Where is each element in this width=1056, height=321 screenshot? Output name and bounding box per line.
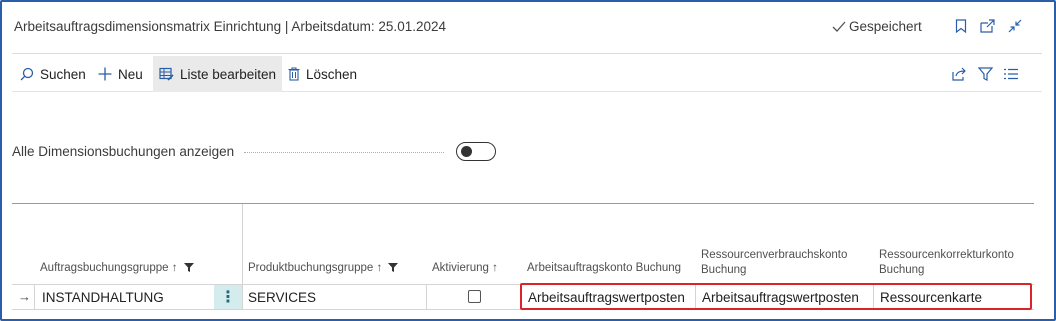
trash-icon [288,67,300,81]
column-filter-icon [388,263,399,272]
toggle-knob [461,146,472,157]
cell-product-posting-group[interactable]: SERVICES [248,285,316,309]
field-dot-leader [244,152,444,153]
saved-status: Gespeichert [832,19,922,34]
column-header-resource-correction-account-posting[interactable]: Ressourcenkorrekturkonto Buchung [879,248,1014,278]
page-header: Arbeitsauftragsdimensionsmatrix Einricht… [12,0,1042,54]
highlight-annotation-box [520,283,1032,310]
action-toolbar: Suchen Neu Liste bearbeiten Löschen [12,56,1042,92]
column-header-product-posting-group[interactable]: Produktbuchungsgruppe ↑ [248,261,399,276]
filter-icon[interactable] [974,64,996,84]
show-all-dimension-postings-toggle[interactable] [456,142,496,161]
collapse-icon[interactable] [1004,15,1026,37]
saved-status-label: Gespeichert [849,19,922,34]
current-row-arrow-icon: → [18,289,31,304]
edit-list-button[interactable]: Liste bearbeiten [153,56,283,92]
cell-divider [34,285,35,309]
cell-order-posting-group[interactable]: INSTANDHALTUNG [42,285,164,309]
checkmark-icon [832,21,846,32]
open-new-window-icon[interactable] [976,15,998,37]
delete-button-label: Löschen [306,66,358,82]
bookmark-icon[interactable] [950,15,972,37]
column-header-work-order-account-posting[interactable]: Arbeitsauftragskonto Buchung [527,261,681,276]
show-all-dimension-postings-field: Alle Dimensionsbuchungen anzeigen [12,136,496,166]
activation-checkbox[interactable] [468,290,481,303]
row-actions-menu-icon[interactable]: ⋮ [214,285,242,309]
column-header-resource-usage-account-posting[interactable]: Ressourcenverbrauchskonto Buchung [701,248,847,278]
share-icon[interactable] [948,64,970,84]
delete-button[interactable]: Löschen [282,56,363,92]
cell-divider [426,285,427,309]
search-icon [20,67,34,81]
edit-list-icon [159,67,174,81]
new-button[interactable]: Neu [92,56,149,92]
list-view-icon[interactable] [1000,64,1022,84]
table-top-border [12,203,1034,204]
search-button[interactable]: Suchen [14,56,92,92]
cell-divider [242,285,243,309]
show-all-dimension-postings-label: Alle Dimensionsbuchungen anzeigen [12,144,235,159]
plus-icon [98,67,112,81]
frozen-column-separator [242,204,243,284]
page-title: Arbeitsauftragsdimensionsmatrix Einricht… [14,19,446,34]
column-filter-icon [183,263,194,272]
search-button-label: Suchen [40,66,86,82]
column-header-order-posting-group[interactable]: Auftragsbuchungsgruppe ↑ [40,261,194,276]
column-header-activation[interactable]: Aktivierung ↑ [432,261,498,276]
new-button-label: Neu [118,66,143,82]
edit-list-button-label: Liste bearbeiten [180,66,277,82]
